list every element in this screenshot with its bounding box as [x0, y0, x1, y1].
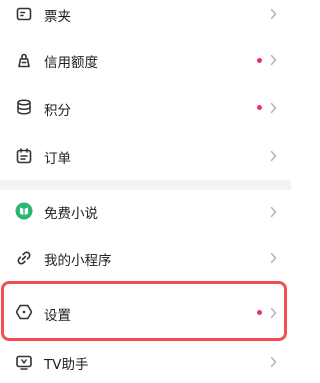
section-divider [0, 180, 291, 190]
menu-item-label: TV助手 [44, 357, 89, 373]
chevron-right-icon [269, 252, 278, 264]
ticket-wallet-icon [15, 5, 33, 23]
menu-item-orders[interactable]: 订单 [0, 132, 291, 180]
menu-item-my-mini-programs[interactable]: 我的小程序 [0, 235, 291, 281]
chevron-right-icon [269, 150, 278, 162]
free-novel-book-icon [15, 202, 33, 220]
mini-program-link-icon [15, 249, 33, 267]
menu-item-label: 信用额度 [44, 55, 98, 71]
chevron-right-icon [269, 356, 278, 368]
menu-item-free-novels[interactable]: 免费小说 [0, 190, 291, 235]
points-coins-icon [15, 98, 33, 116]
notification-dot [257, 58, 262, 63]
menu-item-label: 免费小说 [44, 206, 98, 222]
notification-dot [257, 310, 262, 315]
credit-limit-icon [15, 51, 33, 69]
settings-hexagon-icon [15, 303, 33, 321]
menu-item-label: 订单 [44, 151, 71, 167]
menu-item-label: 设置 [44, 308, 71, 324]
menu-item-settings[interactable]: 设置 [0, 281, 291, 341]
notification-dot [257, 105, 262, 110]
menu-item-label: 我的小程序 [44, 253, 112, 269]
chevron-right-icon [269, 8, 278, 20]
chevron-right-icon [269, 307, 278, 319]
chevron-right-icon [269, 54, 278, 66]
menu-item-label: 票夹 [44, 9, 71, 25]
menu-item-tv-assistant[interactable]: TV助手 [0, 341, 291, 383]
order-calendar-icon [15, 147, 33, 165]
tv-assistant-icon [15, 353, 33, 371]
chevron-right-icon [269, 102, 278, 114]
chevron-right-icon [269, 206, 278, 218]
menu-item-ticket-wallet[interactable]: 票夹 [0, 0, 291, 36]
menu-item-label: 积分 [44, 103, 71, 119]
menu-item-points[interactable]: 积分 [0, 85, 291, 132]
menu-item-credit-limit[interactable]: 信用额度 [0, 36, 291, 85]
